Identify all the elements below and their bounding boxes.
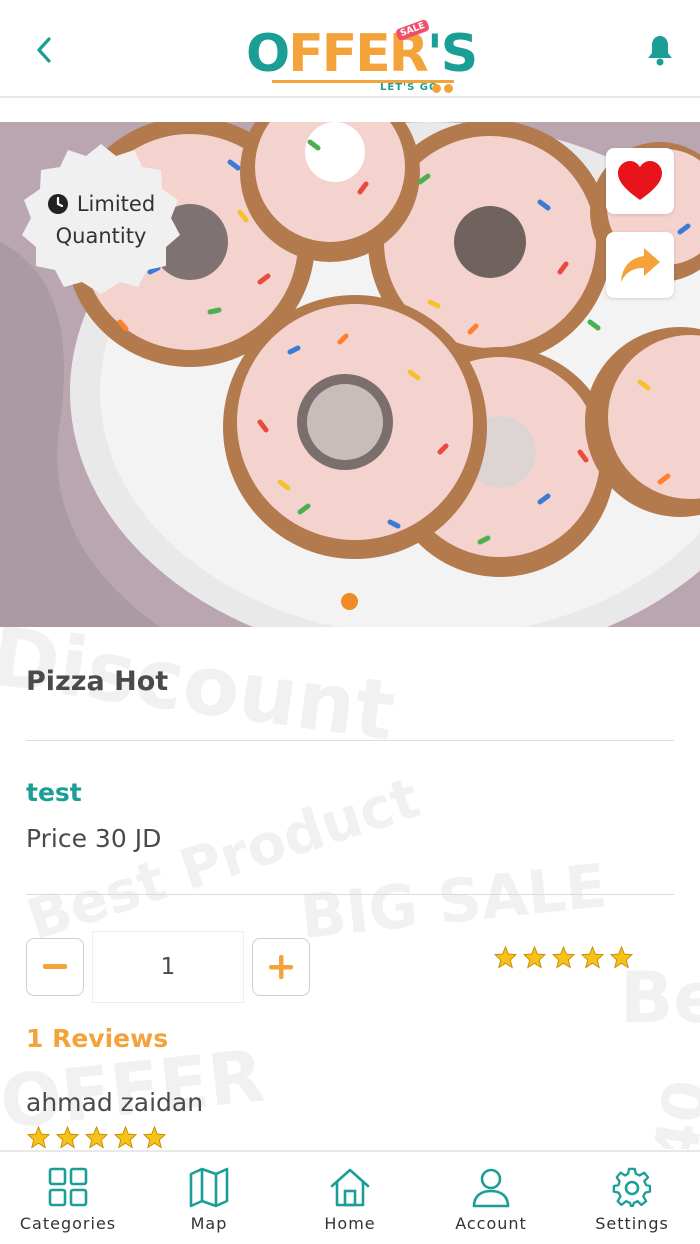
watermark-text: BIG SALE (297, 851, 610, 953)
heart-icon (618, 161, 662, 200)
star-icon (27, 1126, 50, 1149)
app-logo: OFFER'S SALE LET'S GO (246, 18, 478, 98)
star-icon (56, 1126, 79, 1149)
plus-icon (269, 955, 293, 979)
product-rating-stars (494, 946, 633, 969)
logo-tagline: LET'S GO (380, 82, 439, 93)
carousel-indicator-dot[interactable] (341, 593, 358, 610)
nav-item-map[interactable]: Map (149, 1166, 269, 1236)
star-icon (114, 1126, 137, 1149)
nav-item-categories[interactable]: Categories (8, 1166, 128, 1236)
bottom-navigation: Categories Map Home Account Settings (0, 1150, 700, 1244)
badge-line-limited: Limited (76, 192, 156, 216)
clock-icon (47, 194, 68, 214)
product-price: Price 30 JD (26, 824, 162, 853)
star-icon (523, 946, 546, 969)
star-icon (143, 1126, 166, 1149)
badge-text: Limited Quantity (16, 188, 186, 252)
product-title: Pizza Hot (26, 666, 169, 697)
nav-label: Account (455, 1214, 527, 1233)
star-icon (610, 946, 633, 969)
bell-icon (648, 36, 672, 66)
back-button[interactable] (26, 30, 62, 70)
reviews-count[interactable]: 1 Reviews (26, 1024, 168, 1053)
nav-label: Settings (595, 1214, 669, 1233)
decrease-quantity-button[interactable] (26, 938, 84, 996)
review-rating-stars (27, 1126, 166, 1149)
logo-wordmark: OFFER'S (246, 24, 478, 84)
product-image-carousel[interactable]: Limited Quantity (0, 122, 700, 627)
share-arrow-icon (621, 248, 660, 282)
nav-label: Categories (19, 1214, 117, 1233)
logo-dots (432, 84, 453, 93)
notifications-button[interactable] (642, 30, 678, 70)
divider (26, 740, 674, 741)
share-button[interactable] (606, 232, 674, 298)
logo-letters-s: 'S (426, 24, 478, 84)
gear-icon (612, 1167, 652, 1208)
badge-line-quantity: Quantity (55, 224, 147, 248)
chevron-left-icon (37, 37, 51, 63)
star-icon (494, 946, 517, 969)
favorite-button[interactable] (606, 148, 674, 214)
divider (26, 894, 674, 895)
nav-item-account[interactable]: Account (431, 1166, 551, 1236)
review-author: ahmad zaidan (26, 1088, 204, 1117)
nav-label: Map (190, 1214, 228, 1233)
limited-quantity-badge: Limited Quantity (16, 140, 186, 300)
watermark-text: Be (620, 957, 700, 1039)
star-icon (552, 946, 575, 969)
minus-icon (43, 964, 67, 969)
logo-letter-o: O (246, 24, 290, 84)
nav-label: Home (324, 1214, 376, 1233)
map-icon (189, 1167, 229, 1208)
promo-watermark-background: Discount Best Product BIG SALE OFFER Be … (0, 627, 700, 1149)
watermark-text: 40 (640, 1074, 700, 1149)
increase-quantity-button[interactable] (252, 938, 310, 996)
user-icon (472, 1168, 510, 1208)
grid-icon (48, 1167, 88, 1207)
nav-item-settings[interactable]: Settings (572, 1166, 692, 1236)
star-icon (85, 1126, 108, 1149)
app-header: OFFER'S SALE LET'S GO (0, 0, 700, 98)
star-icon (581, 946, 604, 969)
store-name-link[interactable]: test (26, 778, 82, 807)
home-icon (330, 1168, 370, 1207)
nav-item-home[interactable]: Home (290, 1166, 410, 1236)
quantity-field[interactable]: 1 (92, 931, 244, 1003)
